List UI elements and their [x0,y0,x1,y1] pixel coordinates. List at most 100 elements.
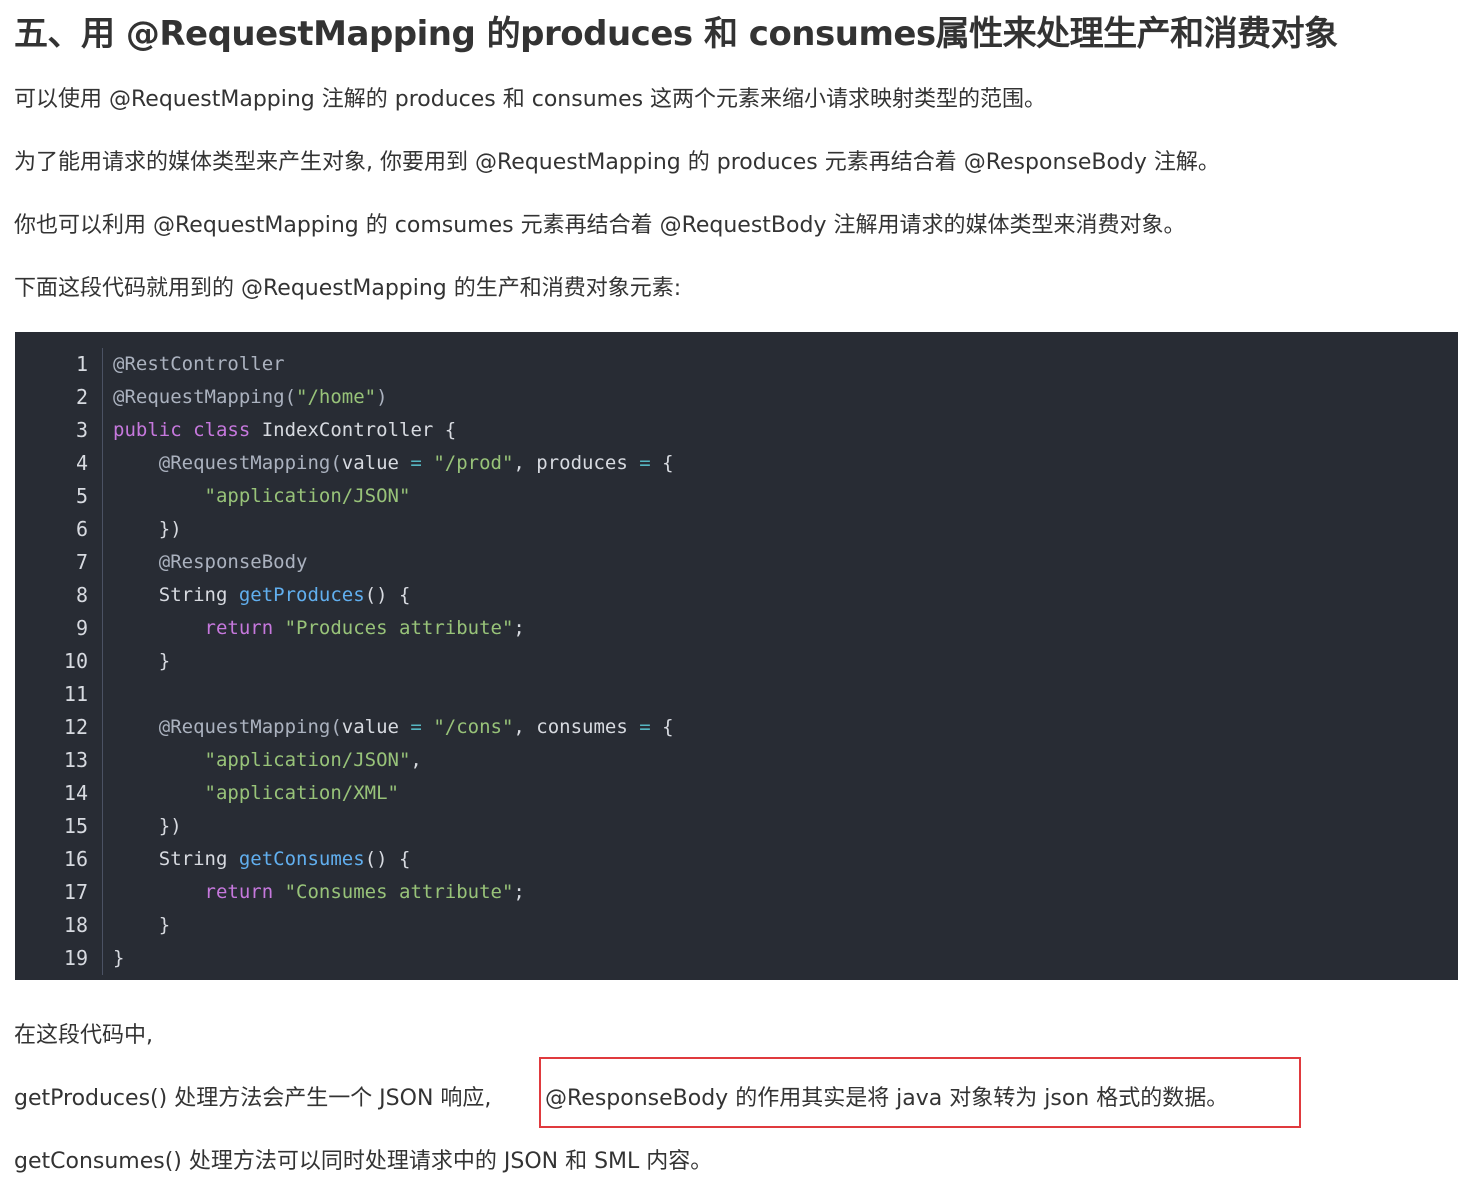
line-number: 6 [75,517,88,541]
line-number: 15 [63,814,88,838]
code-token: "/home" [296,386,377,408]
code-token: () { [364,584,411,606]
code-token: @RestController [113,353,285,375]
code-token: , consumes [513,716,640,738]
code-token: = [410,452,422,474]
line-number: 4 [75,451,88,475]
code-token: = [410,716,422,738]
code-line: "application/JSON" [113,480,674,513]
code-token: value [341,452,411,474]
line-number: 8 [75,583,88,607]
code-token: } [113,650,171,672]
code-token: }) [113,518,182,540]
code-token: } [113,914,171,936]
code-token: class [193,419,251,441]
line-number: 7 [75,550,88,574]
code-line: String getConsumes() { [113,843,674,876]
code-line: }) [113,513,674,546]
code-line: return "Consumes attribute"; [113,876,674,909]
paragraph-code-intro: 下面这段代码就用到的 @RequestMapping 的生产和消费对象元素: [14,276,682,301]
paragraph-intro: 可以使用 @RequestMapping 注解的 produces 和 cons… [14,87,1047,112]
line-number: 17 [63,880,88,904]
code-token: @ResponseBody [113,551,308,573]
code-lines: @RestController @RequestMapping("/home") p… [113,348,674,975]
code-token: "application/XML" [204,782,399,804]
code-token: { [650,452,674,474]
code-line: public class IndexController { [113,414,674,447]
code-token: getConsumes [238,848,365,870]
line-number: 11 [63,682,88,706]
code-line: @RequestMapping(value = "/cons", consume… [113,711,674,744]
code-line: } [113,942,674,975]
line-number: 19 [63,946,88,970]
paragraph-get-consumes: getConsumes() 处理方法可以同时处理请求中的 JSON 和 SML … [14,1149,713,1174]
code-line: return "Produces attribute"; [113,612,674,645]
paragraph-get-produces: getProduces() 处理方法会产生一个 JSON 响应, [14,1082,491,1116]
code-token: "Produces attribute" [284,617,514,639]
line-number: 14 [63,781,88,805]
line-number: 3 [75,418,88,442]
code-token: "application/JSON" [204,485,411,507]
code-line: } [113,909,674,942]
line-number: 18 [63,913,88,937]
code-token: @RequestMapping( [113,386,297,408]
line-number: 9 [75,616,88,640]
code-token: @RequestMapping( [113,716,342,738]
line-number: 10 [63,649,88,673]
code-token: , [410,749,422,771]
article-page: 五、用 @RequestMapping 的produces 和 consumes… [0,0,1470,1183]
code-token: "application/JSON" [204,749,411,771]
highlight-annotation-box [539,1057,1301,1128]
line-number: 2 [75,385,88,409]
code-token: return [204,617,274,639]
code-token: () { [364,848,411,870]
paragraph-produces: 为了能用请求的媒体类型来产生对象, 你要用到 @RequestMapping 的… [14,150,1220,175]
code-line: @RestController [113,348,674,381]
code-token: IndexController { [250,419,457,441]
code-token: return [204,881,274,903]
code-token: = [639,452,651,474]
code-token: = [639,716,651,738]
line-number-gutter: 1 2 3 4 5 6 7 8 9 10 11 12 13 14 15 16 17 18 19 [15,348,103,975]
code-token: { [650,716,674,738]
code-token: ) [376,386,388,408]
code-token: String [113,848,239,870]
code-line: }) [113,810,674,843]
code-token: , produces [513,452,640,474]
code-line: @ResponseBody [113,546,674,579]
code-token: "Consumes attribute" [284,881,514,903]
get-produces-text: getProduces() 处理方法会产生一个 JSON 响应, [14,1086,492,1111]
line-number: 5 [75,484,88,508]
code-token: getProduces [238,584,365,606]
line-number: 1 [75,352,88,376]
code-line: "application/XML" [113,777,674,810]
line-number: 13 [63,748,88,772]
code-token: "/prod" [433,452,514,474]
code-token: public [113,419,182,441]
line-number: 12 [63,715,88,739]
code-token: ; [513,617,525,639]
code-token: "/cons" [433,716,514,738]
section-heading: 五、用 @RequestMapping 的produces 和 consumes… [14,14,1338,54]
code-line: "application/JSON", [113,744,674,777]
code-line: @RequestMapping("/home") [113,381,674,414]
code-token: } [113,947,125,969]
code-line: String getProduces() { [113,579,674,612]
code-block: 1 2 3 4 5 6 7 8 9 10 11 12 13 14 15 16 17 18 19 @RestContr… [15,332,1458,980]
paragraph-consumes: 你也可以利用 @RequestMapping 的 comsumes 元素再结合着… [14,213,1186,238]
code-line: } [113,645,674,678]
line-number: 16 [63,847,88,871]
code-token: }) [113,815,182,837]
code-token: String [113,584,239,606]
paragraph-explanation: 在这段代码中, [14,1023,153,1048]
